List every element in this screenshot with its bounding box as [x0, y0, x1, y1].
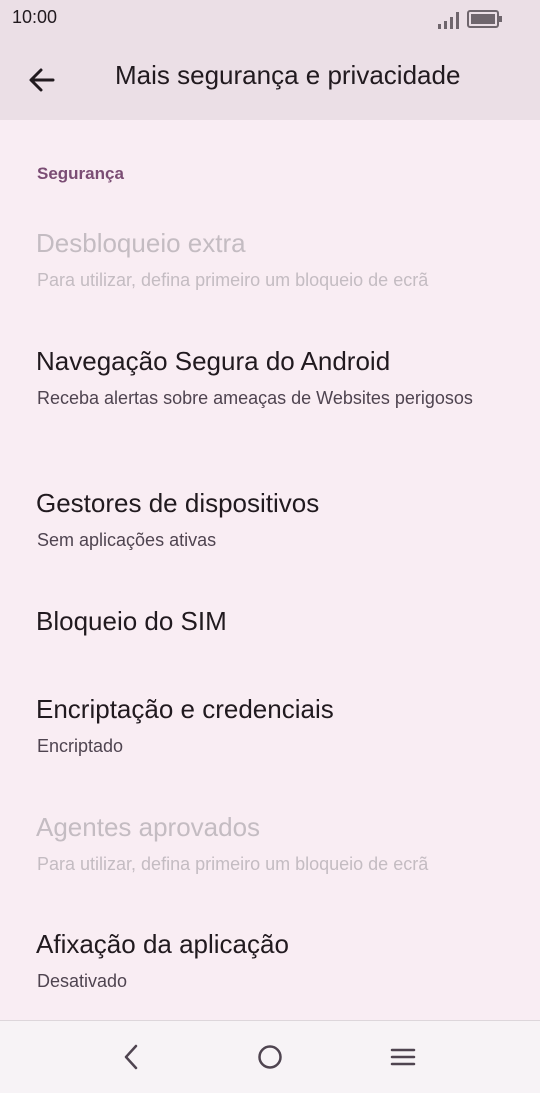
- app-bar: Mais segurança e privacidade: [0, 38, 540, 120]
- section-header: Segurança: [37, 164, 124, 183]
- back-button[interactable]: [18, 56, 66, 104]
- pref-trust-agents[interactable]: Agentes aprovados Para utilizar, defina …: [0, 796, 540, 886]
- pref-summary: Para utilizar, defina primeiro um bloque…: [37, 854, 429, 874]
- pref-encryption[interactable]: Encriptação e credenciais Encriptado: [0, 678, 540, 768]
- pref-summary: Encriptado: [37, 736, 124, 756]
- pref-summary: Para utilizar, defina primeiro um bloque…: [37, 270, 429, 290]
- pref-device-admins[interactable]: Gestores de dispositivos Sem aplicações …: [0, 472, 540, 562]
- page-title: Mais segurança e privacidade: [115, 60, 461, 90]
- nav-recents-button[interactable]: [379, 1035, 427, 1079]
- pref-summary: Sem aplicações ativas: [37, 530, 217, 550]
- pref-title: Agentes aprovados: [36, 812, 261, 842]
- pref-title: Navegação Segura do Android: [36, 346, 391, 376]
- nav-back-button[interactable]: [108, 1035, 156, 1079]
- status-time: 10:00: [12, 7, 58, 27]
- pref-extra-unlock[interactable]: Desbloqueio extra Para utilizar, defina …: [0, 212, 540, 302]
- battery-icon: [467, 10, 502, 28]
- nav-home-icon: [258, 1045, 282, 1069]
- pref-safe-browsing[interactable]: Navegação Segura do Android Receba alert…: [0, 330, 540, 450]
- pref-sim-lock[interactable]: Bloqueio do SIM: [0, 590, 540, 660]
- signal-icon: [438, 12, 459, 29]
- pref-summary: Receba alertas sobre ameaças de Websites…: [37, 388, 473, 408]
- nav-back-icon: [124, 1044, 138, 1070]
- pref-app-pinning[interactable]: Afixação da aplicação Desativado: [0, 913, 540, 1003]
- pref-title: Afixação da aplicação: [36, 929, 289, 959]
- arrow-back-icon: [29, 68, 55, 92]
- pref-title: Desbloqueio extra: [36, 228, 246, 258]
- pref-title: Gestores de dispositivos: [36, 488, 320, 518]
- status-bar: 10:00: [0, 0, 540, 38]
- pref-summary: Desativado: [37, 971, 128, 991]
- pref-title: Encriptação e credenciais: [36, 694, 334, 724]
- navigation-bar: [0, 1020, 540, 1093]
- nav-home-button[interactable]: [246, 1035, 294, 1079]
- nav-menu-icon: [390, 1048, 416, 1066]
- pref-title: Bloqueio do SIM: [36, 606, 227, 636]
